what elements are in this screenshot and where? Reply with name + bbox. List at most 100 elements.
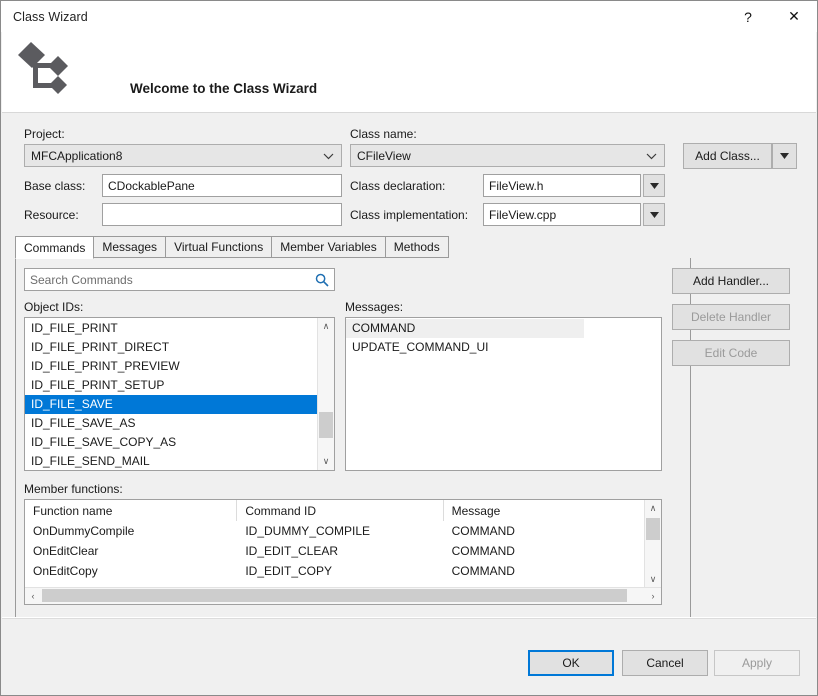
cell-command-id: ID_EDIT_COPY: [237, 561, 443, 581]
list-item[interactable]: ID_FILE_SAVE_COPY_AS: [25, 433, 318, 452]
base-class-value: CDockablePane: [108, 179, 195, 193]
cancel-button[interactable]: Cancel: [622, 650, 708, 676]
scroll-up-icon[interactable]: ∧: [645, 500, 661, 517]
column-header-message[interactable]: Message: [444, 500, 645, 521]
list-item[interactable]: ID_FILE_PRINT: [25, 319, 318, 338]
help-button[interactable]: ?: [725, 1, 771, 32]
list-item[interactable]: ID_FILE_SAVE_AS: [25, 414, 318, 433]
scrollbar-thumb[interactable]: [42, 589, 627, 602]
base-class-label: Base class:: [24, 179, 85, 193]
class-declaration-dropdown-button[interactable]: [643, 174, 665, 197]
ok-button[interactable]: OK: [528, 650, 614, 676]
class-implementation-label: Class implementation:: [350, 208, 468, 222]
dialog-footer: OK Cancel Apply: [2, 617, 816, 694]
edit-code-label: Edit Code: [705, 346, 758, 360]
project-label: Project:: [24, 127, 65, 141]
add-class-dropdown-button[interactable]: [772, 143, 797, 169]
list-item[interactable]: UPDATE_COMMAND_UI: [346, 338, 661, 357]
cell-command-id: ID_EDIT_CLEAR: [237, 541, 443, 561]
cancel-label: Cancel: [646, 656, 683, 670]
welcome-title: Welcome to the Class Wizard: [130, 81, 317, 96]
class-implementation-dropdown-button[interactable]: [643, 203, 665, 226]
search-commands-box[interactable]: [24, 268, 335, 291]
member-functions-hscrollbar[interactable]: ‹ ›: [25, 587, 661, 604]
edit-code-button[interactable]: Edit Code: [672, 340, 790, 366]
table-row[interactable]: OnEditCopy ID_EDIT_COPY COMMAND: [25, 561, 645, 581]
tab-strip: Commands Messages Virtual Functions Memb…: [15, 236, 691, 259]
base-class-field[interactable]: CDockablePane: [102, 174, 342, 197]
tab-virtual-functions[interactable]: Virtual Functions: [165, 236, 272, 258]
class-name-label: Class name:: [350, 127, 417, 141]
class-wizard-icon: [14, 38, 76, 100]
member-functions-label: Member functions:: [24, 482, 123, 496]
scroll-down-icon[interactable]: ∨: [645, 571, 661, 588]
cell-message: COMMAND: [444, 561, 645, 581]
add-class-label: Add Class...: [695, 149, 760, 163]
list-item[interactable]: ID_FILE_PRINT_DIRECT: [25, 338, 318, 357]
window-title: Class Wizard: [13, 10, 88, 24]
apply-label: Apply: [742, 656, 772, 670]
scroll-up-icon[interactable]: ∧: [318, 318, 334, 335]
list-item-selected[interactable]: ID_FILE_SAVE: [25, 395, 318, 414]
add-class-button[interactable]: Add Class...: [683, 143, 772, 169]
member-functions-grid[interactable]: Function name Command ID Message OnDummy…: [24, 499, 662, 605]
list-item-selected[interactable]: COMMAND: [346, 319, 584, 338]
class-wizard-dialog: Class Wizard ? ✕ Welcome to the Class Wi…: [0, 0, 818, 696]
cell-message: COMMAND: [444, 541, 645, 561]
footer-divider: [2, 618, 816, 619]
tab-member-variables[interactable]: Member Variables: [271, 236, 385, 258]
object-ids-scrollbar[interactable]: ∧ ∨: [317, 318, 334, 470]
chevron-down-icon: [323, 149, 334, 163]
delete-handler-label: Delete Handler: [691, 310, 771, 324]
commands-tab-panel: Object IDs: ID_FILE_PRINT ID_FILE_PRINT_…: [15, 258, 691, 637]
resource-label: Resource:: [24, 208, 79, 222]
class-declaration-field[interactable]: FileView.h: [483, 174, 641, 197]
tab-messages[interactable]: Messages: [93, 236, 166, 258]
scrollbar-thumb[interactable]: [646, 518, 660, 540]
tab-messages-label: Messages: [102, 240, 157, 254]
title-bar: Class Wizard ? ✕: [1, 1, 817, 32]
class-name-value: CFileView: [357, 149, 411, 163]
class-implementation-field[interactable]: FileView.cpp: [483, 203, 641, 226]
column-header-command-id[interactable]: Command ID: [237, 500, 443, 521]
chevron-down-icon: [646, 149, 657, 163]
table-row[interactable]: OnDummyCompile ID_DUMMY_COMPILE COMMAND: [25, 521, 645, 541]
scrollbar-thumb[interactable]: [319, 412, 333, 438]
project-combobox[interactable]: MFCApplication8: [24, 144, 342, 167]
list-item[interactable]: ID_FILE_PRINT_SETUP: [25, 376, 318, 395]
table-row[interactable]: OnEditClear ID_EDIT_CLEAR COMMAND: [25, 541, 645, 561]
object-ids-label: Object IDs:: [24, 300, 83, 314]
search-icon[interactable]: [310, 273, 334, 287]
cell-message: COMMAND: [444, 521, 645, 541]
apply-button[interactable]: Apply: [714, 650, 800, 676]
search-input[interactable]: [25, 268, 310, 291]
scroll-left-icon[interactable]: ‹: [25, 588, 41, 603]
close-button[interactable]: ✕: [771, 1, 817, 32]
list-item[interactable]: ID_FILE_PRINT_PREVIEW: [25, 357, 318, 376]
tab-member-variables-label: Member Variables: [280, 240, 376, 254]
header-banner: Welcome to the Class Wizard: [2, 32, 816, 113]
add-handler-button[interactable]: Add Handler...: [672, 268, 790, 294]
object-ids-listbox[interactable]: ID_FILE_PRINT ID_FILE_PRINT_DIRECT ID_FI…: [24, 317, 335, 471]
resource-field[interactable]: [102, 203, 342, 226]
dialog-body: Project: MFCApplication8 Base class: CDo…: [2, 113, 816, 619]
tab-virtual-functions-label: Virtual Functions: [174, 240, 263, 254]
cell-function-name: OnEditClear: [25, 541, 237, 561]
list-item[interactable]: ID_FILE_SEND_MAIL: [25, 452, 318, 471]
messages-label: Messages:: [345, 300, 403, 314]
tab-methods-label: Methods: [394, 240, 440, 254]
ok-label: OK: [562, 656, 579, 670]
cell-function-name: OnEditCopy: [25, 561, 237, 581]
class-name-combobox[interactable]: CFileView: [350, 144, 665, 167]
class-implementation-value: FileView.cpp: [489, 208, 556, 222]
tab-commands-label: Commands: [24, 241, 85, 255]
delete-handler-button[interactable]: Delete Handler: [672, 304, 790, 330]
messages-listbox[interactable]: COMMAND UPDATE_COMMAND_UI: [345, 317, 662, 471]
scroll-right-icon[interactable]: ›: [645, 588, 661, 603]
tab-commands[interactable]: Commands: [15, 236, 94, 259]
column-header-function-name[interactable]: Function name: [25, 500, 237, 521]
scroll-down-icon[interactable]: ∨: [318, 453, 334, 470]
grid-header-row: Function name Command ID Message: [25, 500, 645, 521]
member-functions-vscrollbar[interactable]: ∧ ∨: [644, 500, 661, 588]
tab-methods[interactable]: Methods: [385, 236, 449, 258]
